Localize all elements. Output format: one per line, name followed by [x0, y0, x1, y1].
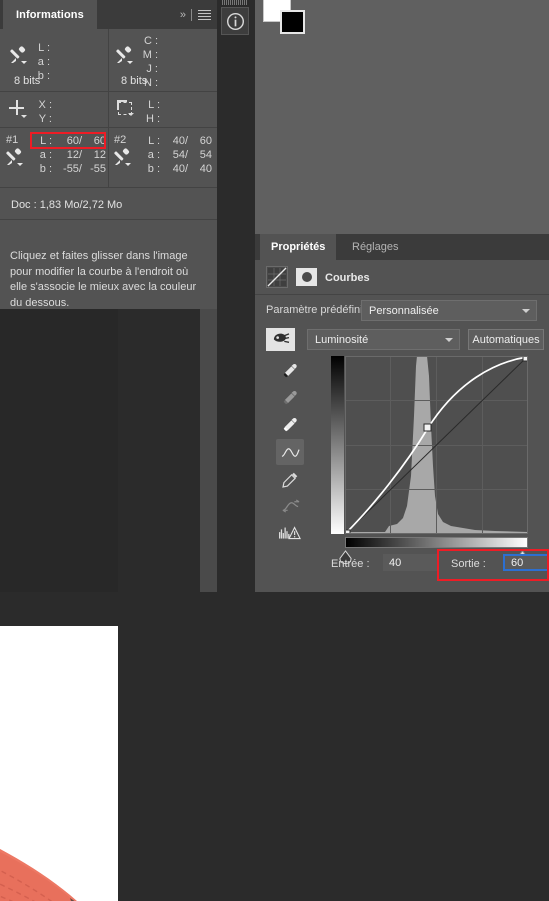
curve-glyph	[281, 447, 300, 457]
color-swatches	[263, 0, 307, 36]
hamburger-menu-icon[interactable]	[198, 10, 211, 20]
curves-grid[interactable]	[345, 356, 528, 534]
dock-grabber[interactable]	[222, 0, 248, 5]
divider	[108, 91, 109, 127]
curves-adjustment-icon	[266, 266, 288, 288]
divider	[255, 294, 549, 295]
crosshair-icon	[9, 100, 27, 119]
background-color-swatch[interactable]	[280, 10, 305, 34]
dropper-white-glyph	[283, 417, 297, 431]
tab-reglages[interactable]: Réglages	[341, 234, 409, 260]
curve-point-tool-icon[interactable]	[276, 439, 304, 465]
sampler1-highlight-annotation	[30, 132, 106, 149]
preset-select[interactable]: Personnalisée	[361, 300, 537, 321]
cmyk-bit-depth: 8 bits	[121, 75, 148, 87]
document-image[interactable]	[0, 626, 118, 901]
sampler2-labels: L : a : b :	[147, 135, 160, 175]
sampler2-id: #2	[114, 134, 127, 146]
red-cap-brim	[0, 849, 77, 901]
chevron-double-right-icon[interactable]: »	[180, 9, 186, 21]
document-canvas[interactable]	[0, 309, 217, 901]
adjustment-header: Courbes	[255, 260, 549, 294]
divider	[191, 8, 192, 21]
info-circle-glyph	[226, 12, 244, 30]
canvas-scrollbar[interactable]	[200, 309, 217, 592]
dock-strip	[217, 0, 255, 592]
white-point-eyedropper-icon[interactable]	[276, 412, 304, 438]
channel-value: Luminosité	[315, 333, 369, 346]
sampler1-id: #1	[6, 134, 19, 146]
mask-dot-icon	[302, 272, 312, 282]
preset-label: Paramètre prédéfini :	[266, 304, 369, 316]
smooth-glyph	[282, 499, 299, 512]
info-panel-tab-icons: »	[180, 0, 211, 29]
divider	[108, 29, 109, 91]
curves-graph[interactable]	[331, 356, 529, 564]
canvas-gutter	[118, 309, 200, 592]
preset-row: Paramètre prédéfini : Personnalisée	[255, 300, 549, 322]
divider	[0, 187, 217, 188]
gray-point-eyedropper-icon[interactable]	[276, 385, 304, 411]
adjust-on-image-icon[interactable]	[266, 328, 295, 351]
tab-proprietes[interactable]: Propriétés	[260, 234, 337, 260]
dropper-black-glyph	[283, 363, 297, 377]
pencil-glyph	[281, 472, 297, 488]
auto-button[interactable]: Automatiques	[468, 329, 544, 350]
chevron-down-icon	[445, 337, 453, 342]
position-values	[54, 98, 98, 126]
curves-hint-text: Cliquez et faites glisser dans l'image p…	[10, 250, 197, 309]
chevron-down-icon	[522, 308, 530, 313]
sampler2-before-values: 40/ 54/ 40/	[172, 135, 188, 175]
document-size-label: Doc : 1,83 Mo/2,72 Mo	[11, 199, 123, 211]
channel-row: Luminosité Automatiques	[255, 328, 549, 352]
cmyk-values	[160, 34, 206, 90]
tab-informations[interactable]: Informations	[3, 0, 97, 29]
layer-mask-thumbnail[interactable]	[296, 268, 317, 286]
histogram-warning-icon[interactable]	[276, 520, 304, 546]
dropper-gray-glyph	[283, 390, 297, 404]
input-gradient-bar	[345, 537, 528, 548]
black-point-eyedropper-icon[interactable]	[276, 358, 304, 384]
sampler2-eyedropper-icon	[113, 147, 131, 168]
size-labels: L : H :	[145, 99, 160, 125]
info-panel-tabbar: Informations »	[0, 0, 217, 29]
position-labels: X : Y :	[38, 99, 52, 125]
info-circle-icon[interactable]	[221, 7, 249, 35]
lab-bit-depth: 8 bits	[14, 75, 41, 87]
sampler1-eyedropper-icon	[5, 147, 23, 168]
histogram-warning-glyph	[279, 525, 301, 539]
pencil-draw-tool-icon[interactable]	[276, 466, 304, 492]
on-image-glyph	[273, 333, 290, 343]
output-gradient-bar	[331, 356, 344, 534]
adjustment-title: Courbes	[325, 272, 370, 284]
size-values	[162, 98, 206, 126]
smooth-curve-icon[interactable]	[276, 493, 304, 519]
divider	[108, 127, 109, 187]
sampler2-after-values: 60 54 40	[199, 135, 212, 175]
informations-panel: Informations » L : a : b : 8 bits C: M …	[0, 0, 217, 309]
curves-glyph	[267, 267, 287, 287]
marquee-icon	[117, 100, 134, 118]
input-field[interactable]: 40	[383, 554, 437, 571]
output-field-highlight-annotation	[437, 549, 549, 581]
divider	[0, 219, 217, 220]
color-picker-panel	[255, 0, 549, 234]
properties-tabbar: Propriétés Réglages	[255, 234, 549, 260]
curve-lines	[345, 356, 528, 534]
preset-value: Personnalisée	[369, 304, 439, 317]
input-label: Entrée :	[331, 558, 370, 570]
lab-values	[52, 41, 98, 83]
channel-select[interactable]: Luminosité	[307, 329, 460, 350]
